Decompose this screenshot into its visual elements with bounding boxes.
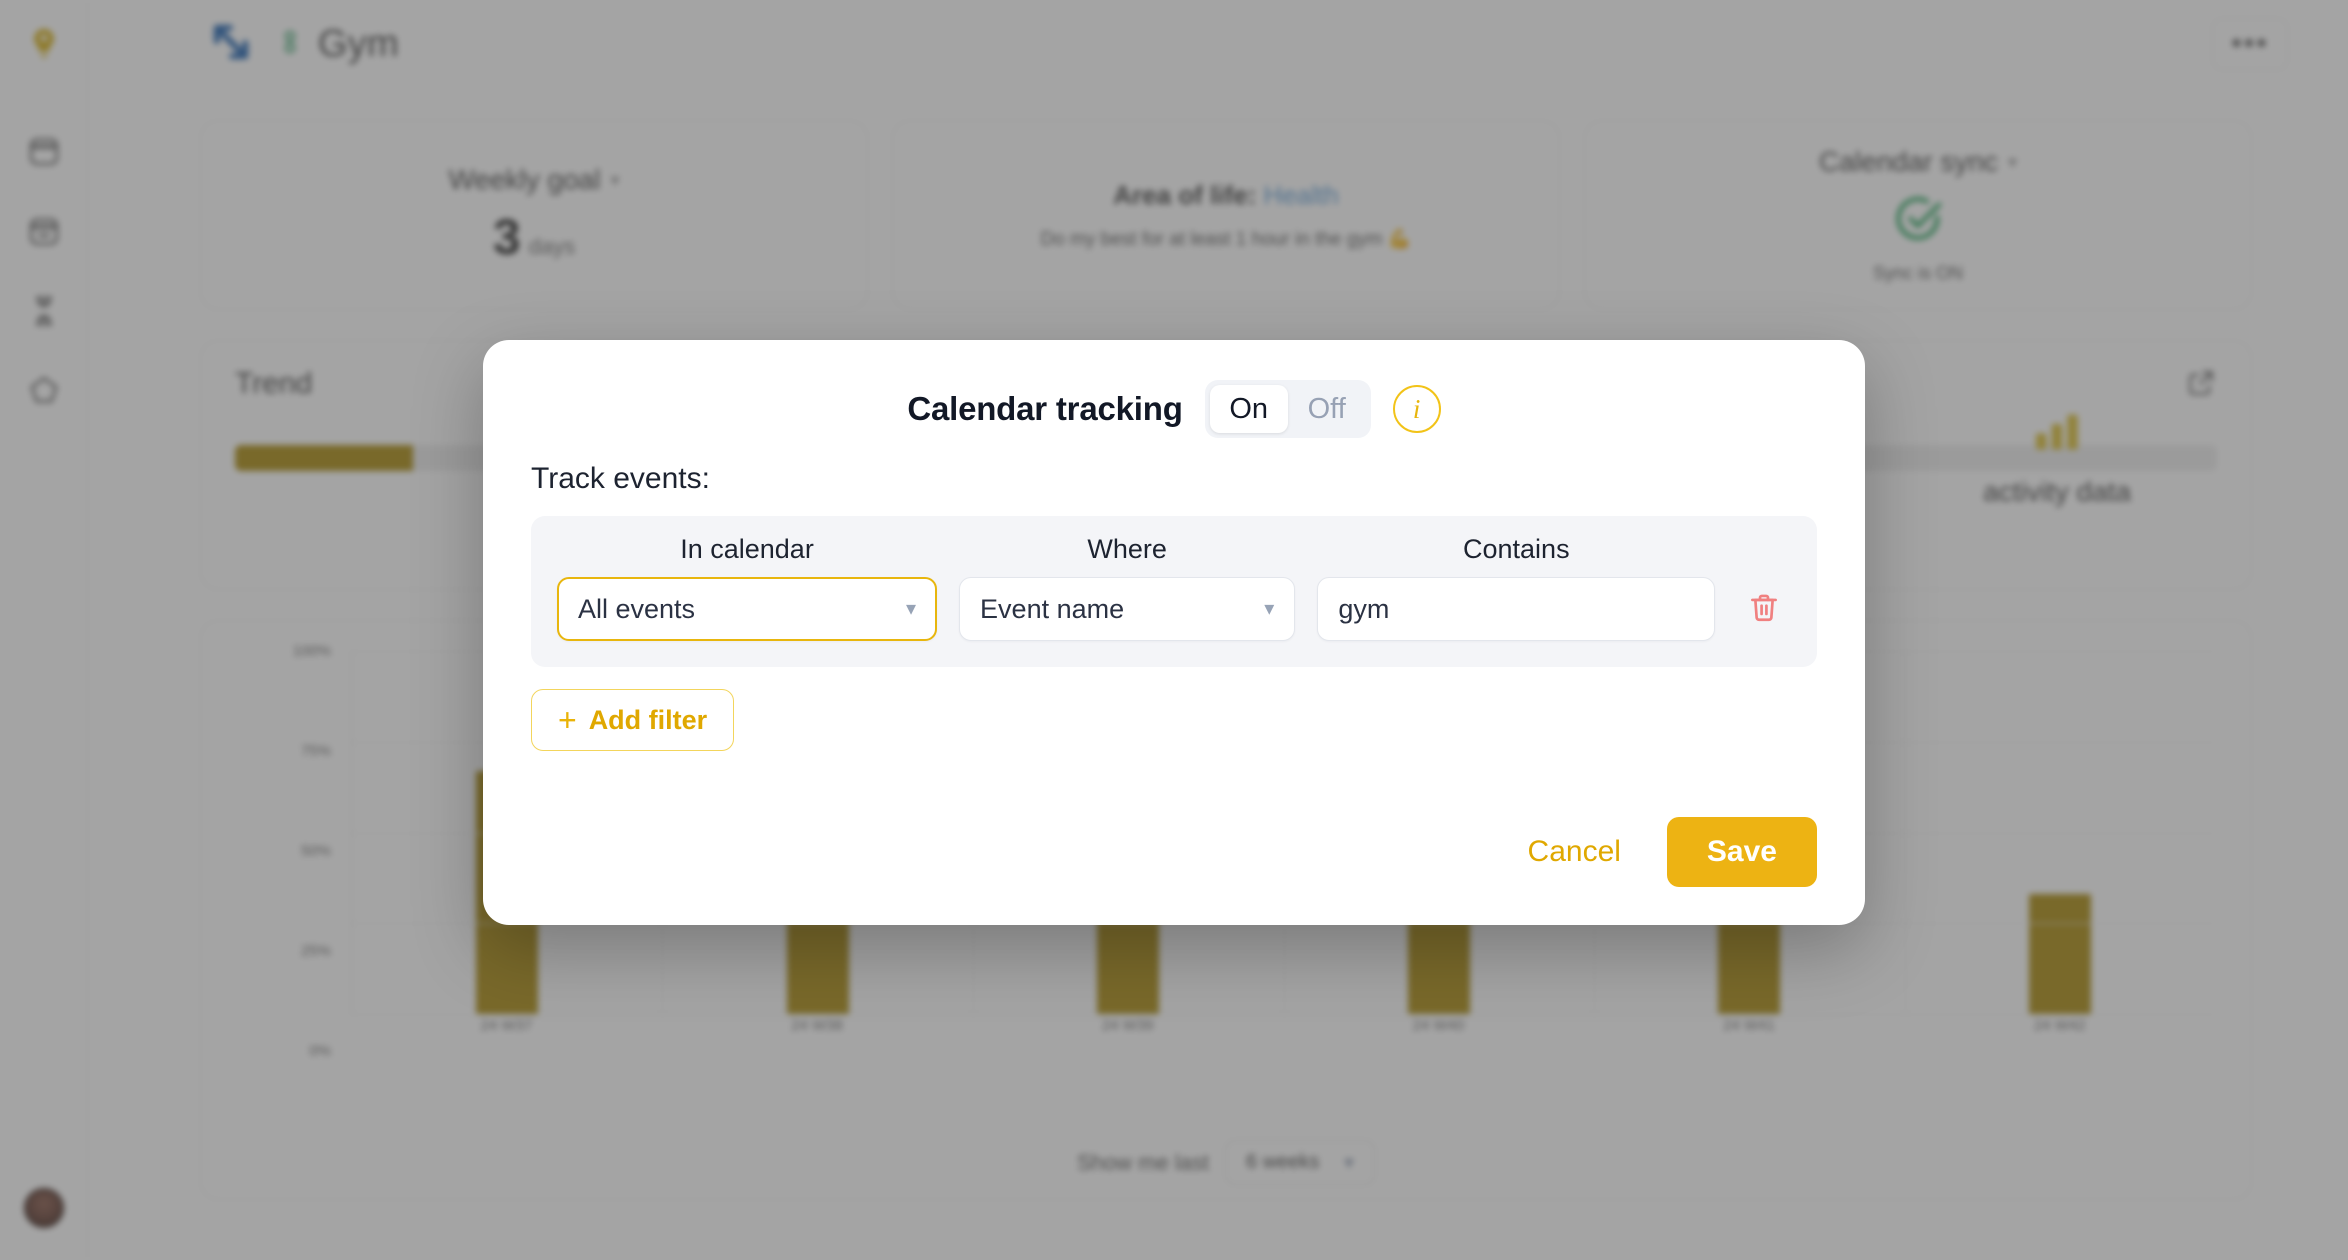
cancel-button[interactable]: Cancel [1522,825,1627,879]
contains-label: Contains [1463,534,1570,564]
filter-row-panel: In calendar All events ▾ Where Event nam… [531,516,1817,667]
where-label: Where [1087,534,1167,564]
in-calendar-value: All events [578,593,696,624]
where-value: Event name [980,593,1125,624]
filter-col-where: Where Event name ▾ [959,534,1296,641]
toggle-off-button[interactable]: Off [1288,385,1366,433]
contains-value: gym [1338,593,1390,624]
modal-title: Calendar tracking [907,390,1183,427]
info-icon[interactable]: i [1392,385,1441,433]
filter-col-contains: Contains gym [1317,534,1716,641]
add-filter-button[interactable]: + Add filter [531,689,735,751]
in-calendar-label: In calendar [680,534,814,564]
tracking-toggle: On Off [1204,380,1371,438]
add-filter-label: Add filter [588,704,708,735]
trash-icon[interactable] [1737,581,1791,635]
plus-icon: + [558,702,577,738]
screen: Gym ••• Weekly goal ▾ 3 days Area of lif… [0,0,2348,1260]
chevron-down-icon: ▾ [1264,598,1275,620]
in-calendar-select[interactable]: All events ▾ [557,577,938,641]
modal-actions: Cancel Save [1522,817,1817,887]
save-button[interactable]: Save [1666,817,1817,887]
filter-col-in-calendar: In calendar All events ▾ [557,534,938,641]
where-select[interactable]: Event name ▾ [959,577,1296,641]
track-events-label: Track events: [531,462,710,495]
contains-input[interactable]: gym [1317,577,1716,641]
calendar-tracking-modal: Calendar tracking On Off i Track events:… [483,340,1865,925]
modal-header: Calendar tracking On Off i [531,380,1817,438]
toggle-on-button[interactable]: On [1209,385,1288,433]
chevron-down-icon: ▾ [906,598,917,620]
